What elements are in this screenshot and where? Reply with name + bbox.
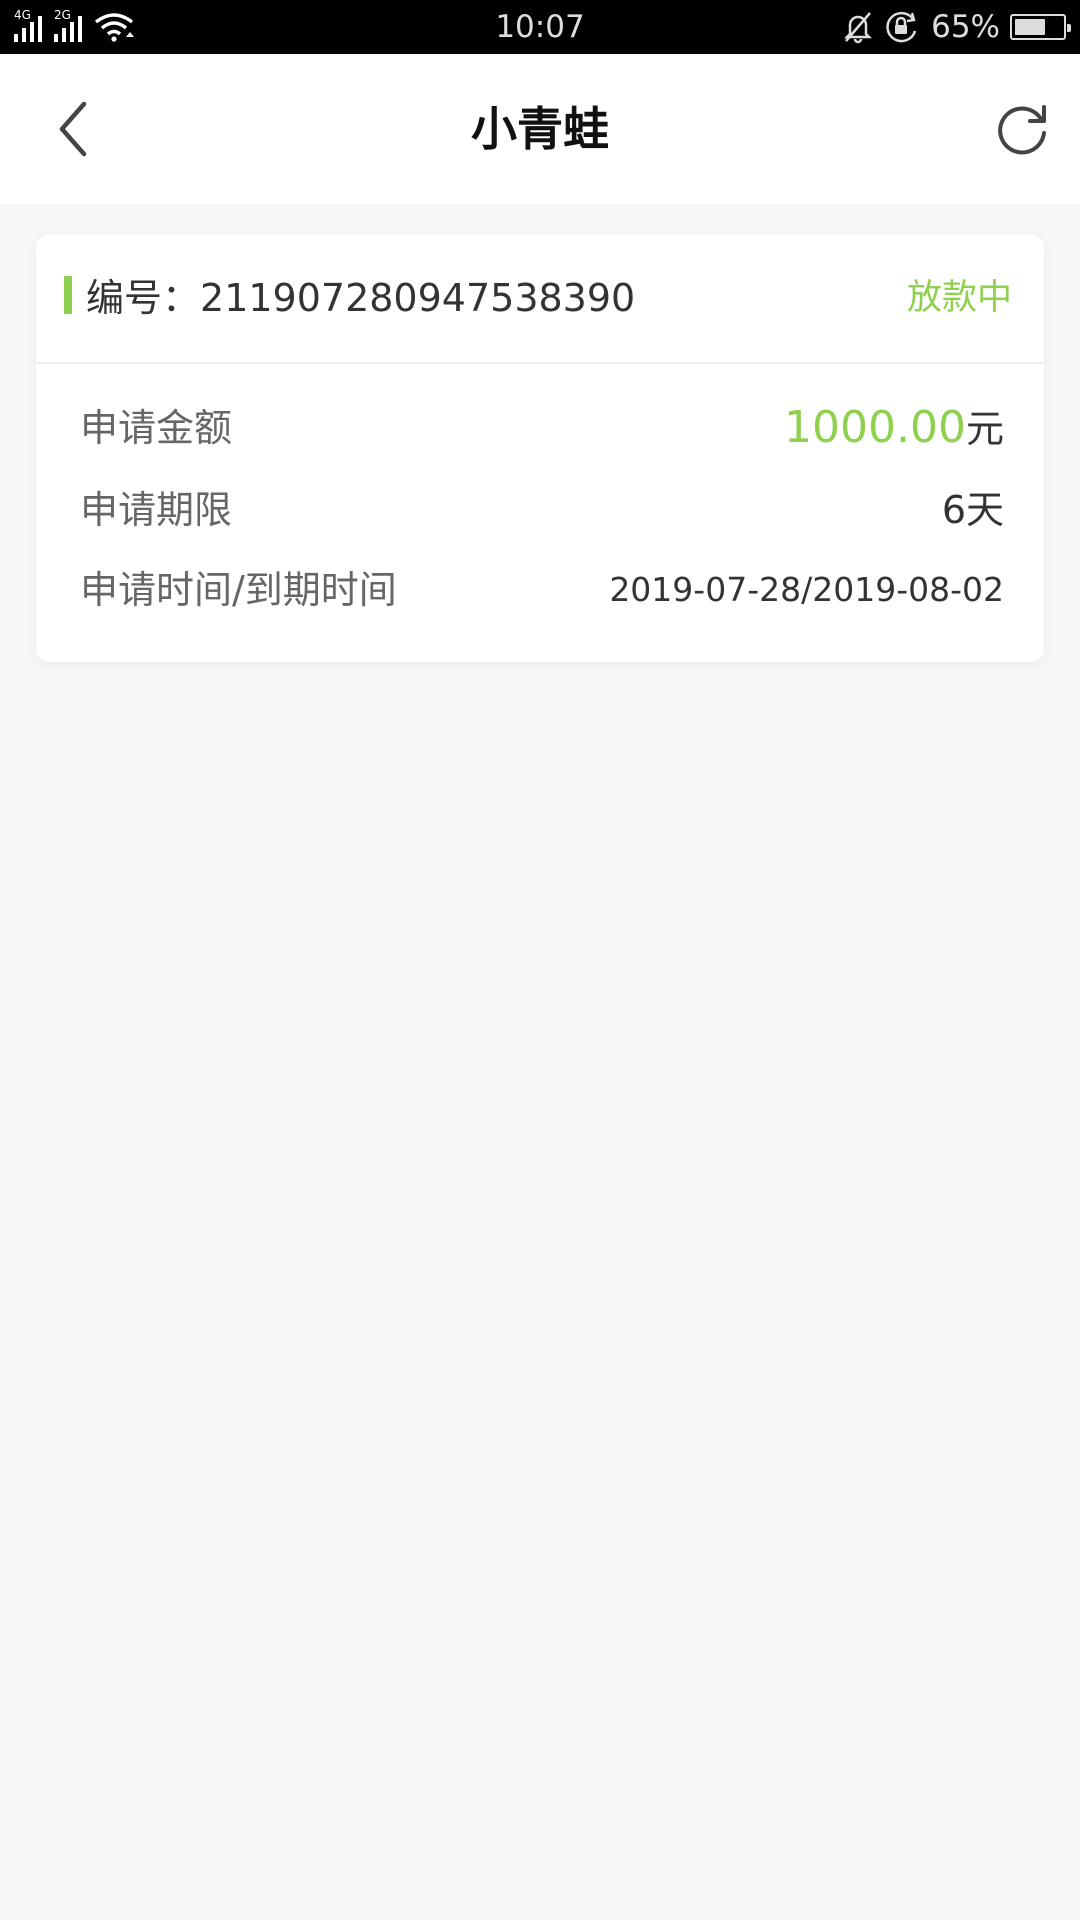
battery-fill [1015,19,1045,35]
date-row: 申请时间/到期时间 2019-07-28/2019-08-02 [80,550,1004,630]
term-row: 申请期限 6天 [80,470,1004,550]
accent-bar [64,276,72,314]
battery-icon [1010,14,1071,40]
status-bar: 4G 2G 10:07 65% [0,0,1080,54]
order-card[interactable]: 编号：211907280947538390 放款中 申请金额 1000.00元 … [36,234,1044,662]
order-number: 编号：211907280947538390 [86,234,635,364]
amount-value: 1000.00元 [784,388,1004,469]
term-label: 申请期限 [80,488,233,532]
term-value: 6天 [941,488,1004,532]
page-title: 小青蛙 [471,102,609,156]
date-label: 申请时间/到期时间 [80,568,397,612]
order-number-value: 211907280947538390 [200,276,636,320]
amount-number: 1000.00 [784,402,966,453]
nav-bar: 小青蛙 [0,54,1080,204]
amount-label: 申请金额 [80,406,233,450]
battery-percent: 65% [931,9,1000,45]
status-bar-right: 65% [841,0,1071,54]
order-card-header: 编号：211907280947538390 放款中 [36,234,1044,364]
amount-unit: 元 [965,407,1004,451]
rotation-lock-icon [886,11,917,43]
status-badge: 放款中 [906,278,1012,318]
mute-icon [844,12,873,44]
order-number-label: 编号： [86,276,201,320]
amount-row: 申请金额 1000.00元 [80,388,1004,468]
date-value: 2019-07-28/2019-08-02 [609,570,1004,609]
refresh-icon[interactable] [992,99,1052,159]
